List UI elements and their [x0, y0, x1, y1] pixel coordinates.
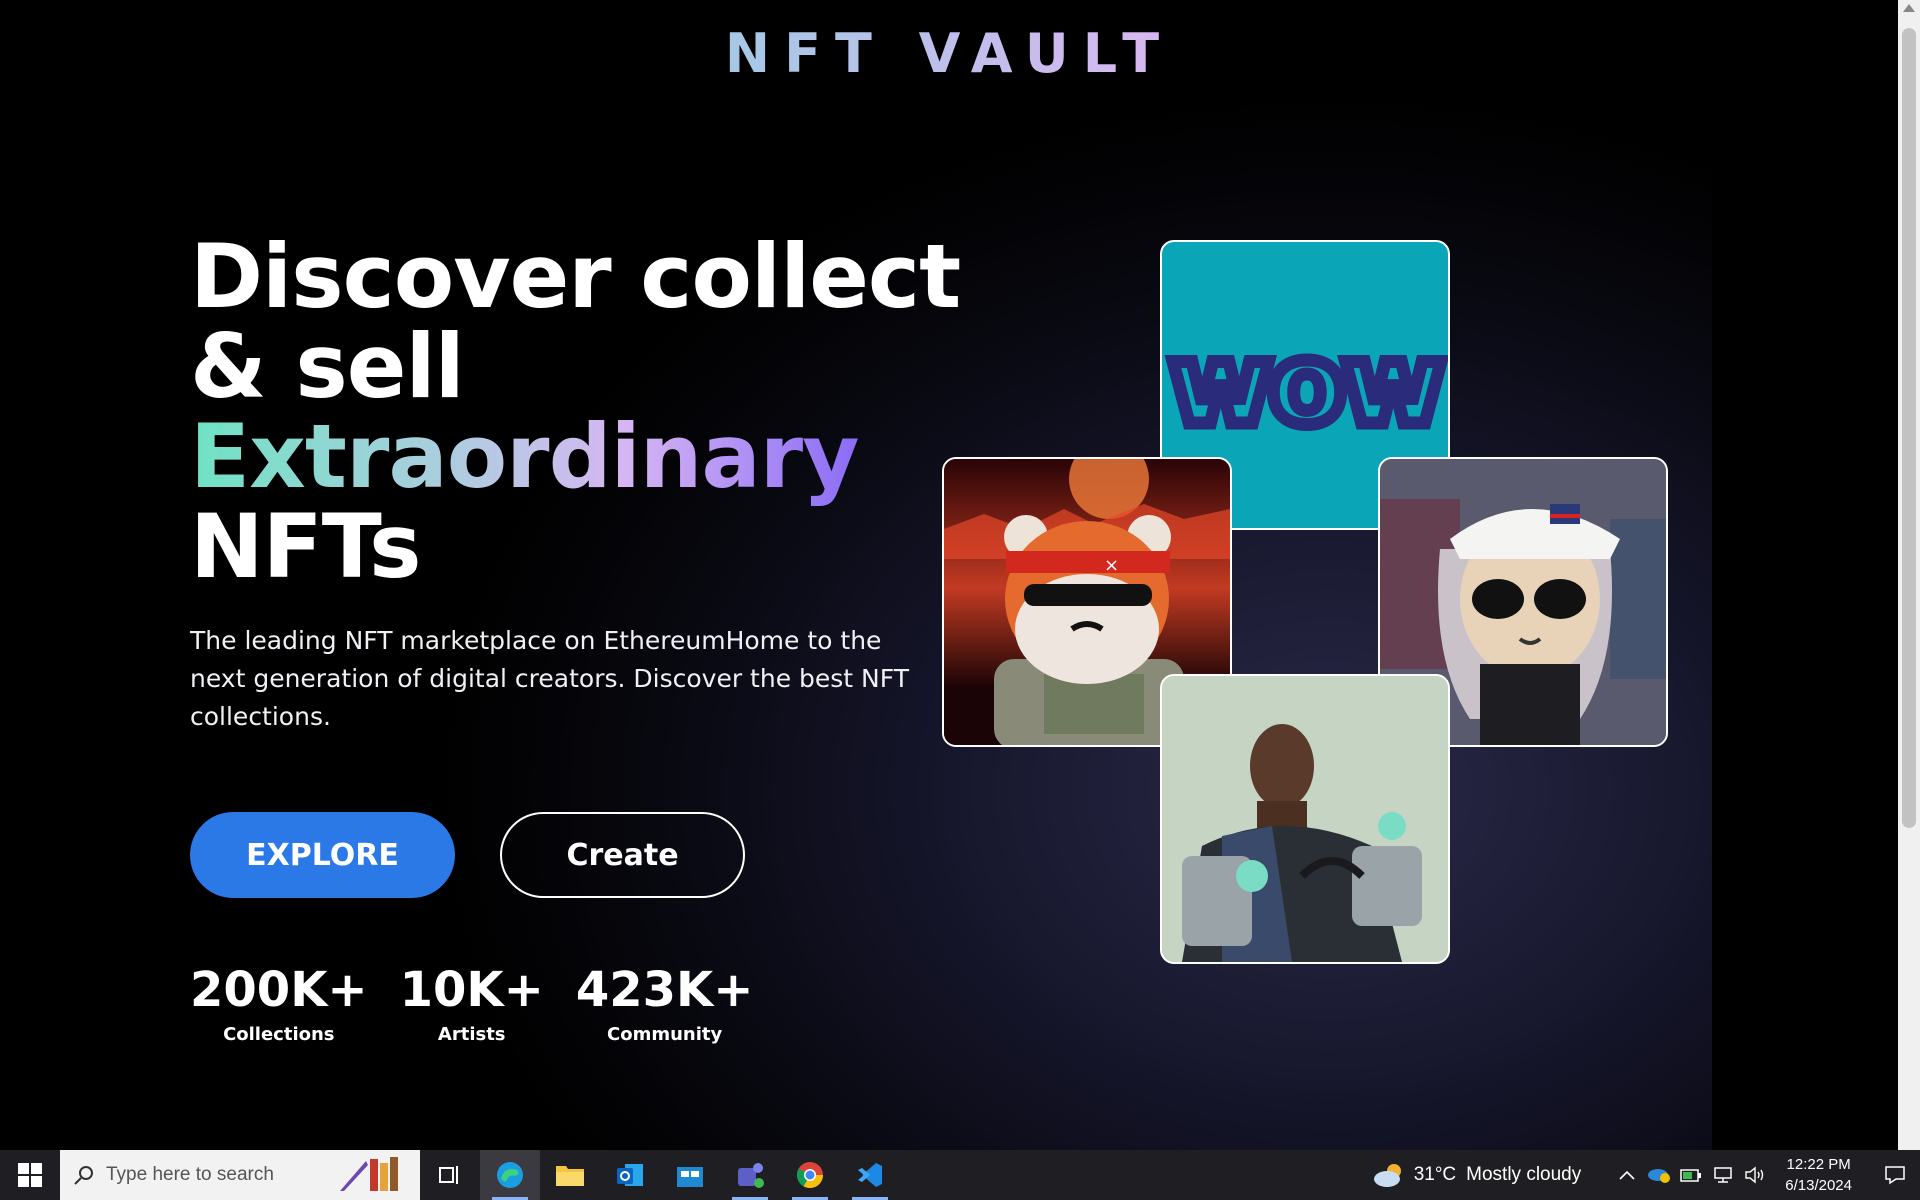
stat-artists: 10K+ Artists [400, 962, 544, 1045]
weather-widget[interactable]: 31°C Mostly cloudy [1372, 1162, 1582, 1188]
clock-time: 12:22 PM [1786, 1156, 1851, 1173]
windows-logo-icon [18, 1163, 42, 1187]
chevron-up-icon [1619, 1170, 1635, 1180]
task-view-icon [439, 1166, 458, 1184]
create-button[interactable]: Create [500, 812, 745, 898]
start-button[interactable] [0, 1150, 60, 1200]
taskbar-file-explorer[interactable] [540, 1150, 600, 1200]
stat-label: Artists [437, 1024, 506, 1045]
brand-logo[interactable]: NFT VAULT [0, 22, 1898, 85]
taskbar-clock[interactable]: 12:22 PM 6/13/2024 [1785, 1154, 1852, 1196]
headline-highlight: Extraordinary [190, 405, 860, 508]
search-highlight-icon [340, 1157, 398, 1191]
windows-taskbar: Type here to search 31°C Mostly cloudy 1… [0, 1150, 1920, 1200]
stat-label: Community [607, 1024, 723, 1045]
nft-card-armored-soldier[interactable] [1160, 674, 1450, 964]
headline-line-4: NFTs [190, 495, 421, 598]
stat-value: 10K+ [399, 962, 544, 1018]
scroll-thumb[interactable] [1902, 28, 1916, 828]
taskbar-vscode[interactable] [840, 1150, 900, 1200]
tray-overflow-button[interactable] [1611, 1150, 1643, 1200]
network-tray[interactable] [1707, 1150, 1739, 1200]
stat-value: 423K+ [575, 962, 754, 1018]
stat-label: Collections [223, 1024, 335, 1045]
notification-center-button[interactable] [1870, 1150, 1920, 1200]
scroll-up-arrow-icon[interactable] [1903, 4, 1915, 12]
folder-icon [556, 1166, 584, 1186]
headline-line-2: & sell [190, 315, 465, 418]
clock-date: 6/13/2024 [1785, 1177, 1852, 1194]
taskbar-store[interactable] [660, 1150, 720, 1200]
taskbar-chrome[interactable] [780, 1150, 840, 1200]
weather-description: Mostly cloudy [1466, 1164, 1582, 1185]
notification-icon [1885, 1166, 1905, 1185]
volume-tray[interactable] [1739, 1150, 1771, 1200]
stat-community: 423K+ Community [576, 962, 754, 1045]
chrome-icon [796, 1162, 824, 1189]
hero-headline: Discover collect & sell Extraordinary NF… [190, 225, 961, 598]
stats-row: 200K+ Collections 10K+ Artists 423K+ Com… [190, 962, 785, 1045]
battery-tray[interactable] [1675, 1150, 1707, 1200]
stat-value: 200K+ [190, 962, 368, 1018]
explore-button[interactable]: EXPLORE [190, 812, 455, 898]
taskbar-teams[interactable] [720, 1150, 780, 1200]
battery-icon [1680, 1169, 1702, 1182]
svg-text:×: × [1104, 555, 1119, 576]
armored-soldier-image [1162, 676, 1448, 962]
edge-icon [497, 1162, 523, 1188]
onedrive-tray[interactable] [1643, 1150, 1675, 1200]
cloud-icon [1373, 1164, 1401, 1187]
speaker-icon [1745, 1166, 1764, 1184]
taskbar-outlook[interactable] [600, 1150, 660, 1200]
system-tray: 31°C Mostly cloudy 12:22 PM 6/13/2024 [1372, 1150, 1920, 1200]
search-icon [74, 1166, 93, 1185]
stat-collections: 200K+ Collections [190, 962, 368, 1045]
weather-temperature: 31°C [1413, 1164, 1457, 1185]
outlook-icon [617, 1164, 643, 1186]
taskbar-search-box[interactable]: Type here to search [60, 1150, 420, 1200]
onedrive-icon [1648, 1169, 1671, 1183]
headline-line-1: Discover collect [190, 225, 961, 328]
page-scrollbar[interactable] [1898, 0, 1920, 1150]
search-placeholder: Type here to search [106, 1164, 274, 1185]
task-view-button[interactable] [420, 1150, 480, 1200]
hero-description: The leading NFT marketplace on EthereumH… [190, 626, 909, 731]
network-icon [1714, 1167, 1733, 1183]
taskbar-edge[interactable] [480, 1150, 540, 1200]
store-icon [677, 1167, 703, 1187]
wow-logo: wow [1163, 314, 1448, 457]
teams-icon [738, 1163, 764, 1188]
vscode-icon [858, 1163, 882, 1187]
